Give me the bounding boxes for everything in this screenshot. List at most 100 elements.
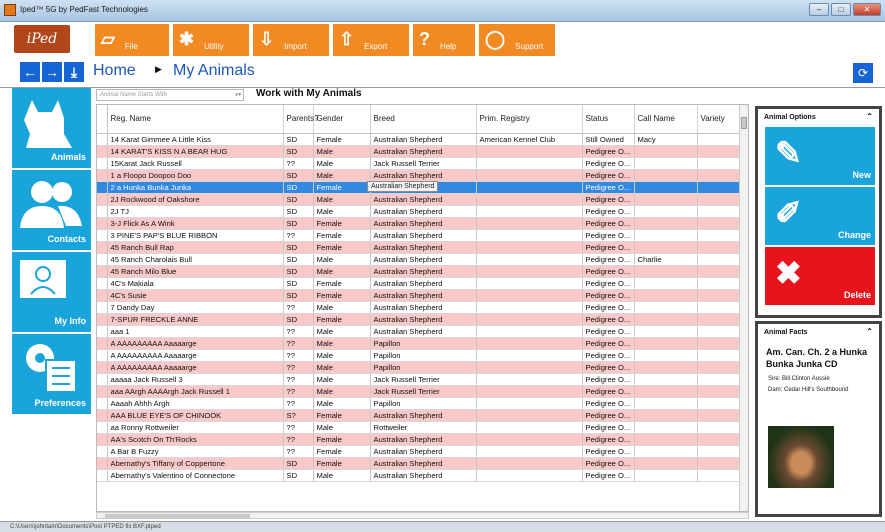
table-cell[interactable]: SD [283, 265, 314, 278]
table-cell[interactable]: Pedigree O... [582, 205, 635, 218]
table-row[interactable]: 15Karat Jack Russell?? Male Jack Russell T… [97, 157, 741, 170]
table-cell[interactable]: SD [283, 169, 314, 182]
table-cell[interactable]: A AAAAAAAAA Aaaaarge [107, 361, 284, 374]
table-cell[interactable] [634, 193, 698, 206]
table-cell[interactable]: Papillon [370, 361, 477, 374]
table-row[interactable]: A Bar B Fuzzy?? Female Australian Shepherd… [97, 445, 741, 458]
sidebar-item-contacts[interactable]: Contacts [12, 170, 91, 250]
row-header[interactable] [97, 373, 108, 386]
table-row[interactable]: 1 a Floopo Doopoo Doo SD Male Australian Sh… [97, 169, 741, 182]
table-cell[interactable]: Pedigree O... [582, 277, 635, 290]
column-header[interactable]: Breed [370, 105, 477, 134]
table-cell[interactable]: 45 Ranch Bull Rap [107, 241, 284, 254]
change-button[interactable]: ✐ Change [765, 187, 875, 245]
table-cell[interactable] [634, 469, 698, 482]
table-cell[interactable]: AA's Scotch On Th'Rocks [107, 433, 284, 446]
table-cell[interactable]: Australian Shepherd [370, 133, 477, 146]
table-cell[interactable] [476, 349, 583, 362]
table-row[interactable]: Abernathy's Tiffany of Coppertone SD Femal… [97, 457, 741, 470]
table-cell[interactable]: Papillon [370, 337, 477, 350]
table-row[interactable]: AA's Scotch On Th'Rocks?? Female Australia… [97, 433, 741, 446]
table-cell[interactable]: Macy [634, 133, 698, 146]
column-header[interactable]: Variety [697, 105, 741, 134]
table-cell[interactable]: Papillon [370, 397, 477, 410]
table-cell[interactable] [476, 445, 583, 458]
utility-button[interactable]: ✱ Utility [173, 24, 249, 56]
table-cell[interactable]: Aaaah Ahhh Argh [107, 397, 284, 410]
table-cell[interactable] [634, 181, 698, 194]
table-cell[interactable]: Australian Shepherd [370, 457, 477, 470]
table-cell[interactable] [476, 205, 583, 218]
table-row[interactable]: AAA BLUE EYE'S OF CHINOOK S? Female Austral… [97, 409, 741, 422]
table-cell[interactable] [697, 169, 741, 182]
table-cell[interactable]: Pedigree O... [582, 325, 635, 338]
table-cell[interactable]: Australian Shepherd [370, 433, 477, 446]
scrollbar-thumb[interactable] [741, 117, 747, 129]
table-cell[interactable]: Male [313, 193, 371, 206]
table-cell[interactable]: Female [313, 217, 371, 230]
table-row[interactable]: A AAAAAAAAA Aaaaarge?? Male Papillon Pedigr… [97, 349, 741, 362]
table-cell[interactable]: Pedigree O... [582, 217, 635, 230]
table-cell[interactable] [697, 457, 741, 470]
table-cell[interactable] [634, 445, 698, 458]
table-cell[interactable]: ?? [283, 301, 314, 314]
table-cell[interactable]: Male [313, 205, 371, 218]
table-cell[interactable]: Pedigree O... [582, 169, 635, 182]
row-header[interactable] [97, 169, 108, 182]
table-row[interactable]: A AAAAAAAAA Aaaaarge?? Male Papillon Pedigr… [97, 361, 741, 374]
table-cell[interactable]: Male [313, 145, 371, 158]
export-button[interactable]: ⇧ Export [333, 24, 409, 56]
table-cell[interactable]: Pedigree O... [582, 229, 635, 242]
table-cell[interactable] [697, 397, 741, 410]
table-cell[interactable]: ?? [283, 397, 314, 410]
table-cell[interactable]: 3 PINE'S PAP'S BLUE RIBBON [107, 229, 284, 242]
table-cell[interactable]: Australian Shepherd [370, 289, 477, 302]
row-header[interactable] [97, 445, 108, 458]
table-cell[interactable]: Pedigree O... [582, 421, 635, 434]
back-arrow-icon[interactable]: ← [20, 62, 40, 82]
import-button[interactable]: ⇩ Import [253, 24, 329, 56]
vertical-scrollbar[interactable] [739, 105, 748, 511]
table-cell[interactable]: Jack Russell Terrier [370, 157, 477, 170]
table-cell[interactable] [697, 325, 741, 338]
table-cell[interactable]: Rottweiler [370, 421, 477, 434]
table-cell[interactable] [697, 193, 741, 206]
table-cell[interactable]: Pedigree O... [582, 253, 635, 266]
table-cell[interactable] [476, 313, 583, 326]
row-header[interactable] [97, 457, 108, 470]
table-cell[interactable]: Abernathy's Valentino of Connectone [107, 469, 284, 482]
delete-button[interactable]: ✖ Delete [765, 247, 875, 305]
table-cell[interactable]: 2J Rockwood of Oakshore [107, 193, 284, 206]
table-cell[interactable]: SD [283, 253, 314, 266]
table-cell[interactable]: Pedigree O... [582, 445, 635, 458]
table-cell[interactable] [634, 373, 698, 386]
table-cell[interactable]: Male [313, 361, 371, 374]
table-cell[interactable] [634, 433, 698, 446]
maximize-button[interactable]: □ [831, 3, 851, 16]
table-cell[interactable] [634, 409, 698, 422]
forward-arrow-icon[interactable]: → [42, 62, 62, 82]
table-row[interactable]: 4C's Susie SD Female Australian Shepherd Ped… [97, 289, 741, 302]
sidebar-item-my-info[interactable]: My Info [12, 252, 91, 332]
sidebar-item-preferences[interactable]: Preferences [12, 334, 91, 414]
table-cell[interactable] [634, 289, 698, 302]
table-cell[interactable] [697, 301, 741, 314]
table-cell[interactable]: Abernathy's Tiffany of Coppertone [107, 457, 284, 470]
table-cell[interactable]: Pedigree O... [582, 145, 635, 158]
file-button[interactable]: ▱ File [95, 24, 169, 56]
table-cell[interactable] [476, 217, 583, 230]
table-cell[interactable]: Male [313, 325, 371, 338]
column-header[interactable]: Status [582, 105, 635, 134]
table-cell[interactable] [634, 301, 698, 314]
table-cell[interactable] [634, 205, 698, 218]
table-cell[interactable]: Male [313, 397, 371, 410]
breadcrumb-home[interactable]: Home [93, 62, 136, 80]
table-row[interactable]: A AAAAAAAAA Aaaaarge?? Male Papillon Pedigr… [97, 337, 741, 350]
table-cell[interactable]: Charlie [634, 253, 698, 266]
table-cell[interactable]: A AAAAAAAAA Aaaaarge [107, 337, 284, 350]
table-cell[interactable] [476, 253, 583, 266]
table-cell[interactable] [634, 277, 698, 290]
table-cell[interactable]: 2 a Hunka Bunka Junka [107, 181, 284, 194]
table-cell[interactable]: SD [283, 469, 314, 482]
table-cell[interactable]: Australian Shepherd [370, 469, 477, 482]
